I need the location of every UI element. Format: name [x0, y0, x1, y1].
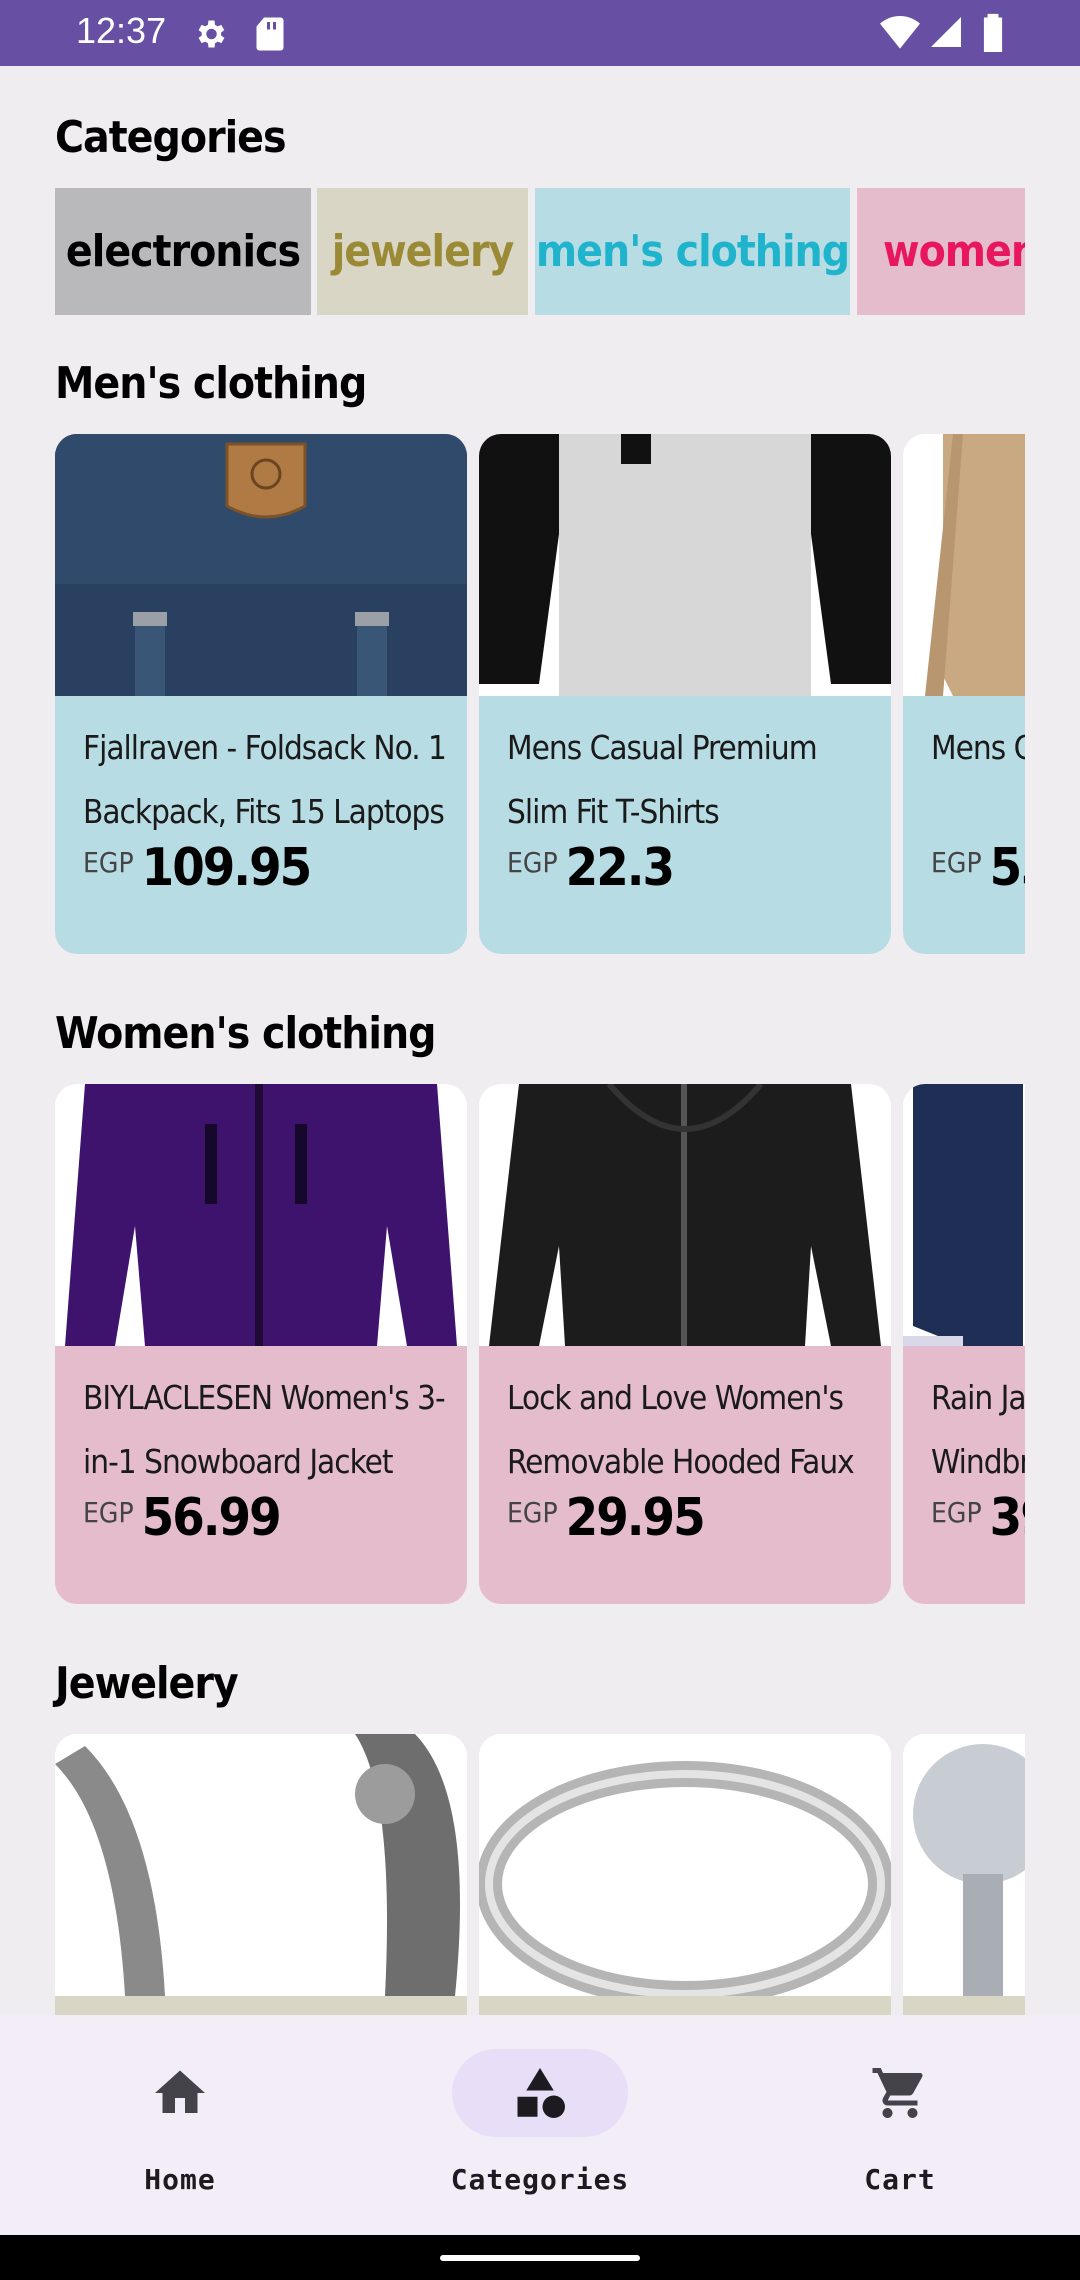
scroll-content[interactable]: Categories electronics jewelery men's cl…: [0, 66, 1080, 2015]
chip-label: electronics: [65, 226, 301, 277]
settings-icon: [198, 20, 225, 48]
chip-label: men's clothing: [535, 226, 850, 277]
product-price: EGP 29.95: [507, 1488, 706, 1548]
currency-label: EGP: [931, 1496, 982, 1529]
jewelery-product-row[interactable]: [55, 1734, 1025, 2015]
product-card[interactable]: Lock and Love Women's Removable Hooded F…: [479, 1084, 891, 1604]
price-amount: 55.99: [989, 838, 1025, 898]
jacket-image: [903, 434, 1025, 696]
product-card[interactable]: Mens Cotton Jacket EGP55.99: [903, 434, 1025, 954]
gesture-handle[interactable]: [440, 2255, 640, 2261]
jewelery-title: Jewelery: [55, 1658, 239, 1709]
snowboard-jacket-image: [55, 1084, 467, 1346]
product-card[interactable]: Rain Jacket Women Windbreaker EGP39.99: [903, 1084, 1025, 1604]
price-amount: 22.3: [565, 838, 675, 898]
product-title: BIYLACLESEN Women's 3-in-1 Snowboard Jac…: [83, 1378, 446, 1481]
status-time: 12:37: [76, 10, 167, 51]
category-chip-womens-clothing[interactable]: women's clothing: [857, 188, 1025, 315]
currency-label: EGP: [83, 846, 134, 879]
mens-clothing-title: Men's clothing: [55, 358, 367, 409]
chip-label: jewelery: [331, 226, 515, 277]
categories-icon: [517, 2068, 565, 2118]
nav-item-home[interactable]: Home: [0, 2015, 360, 2235]
currency-label: EGP: [83, 1496, 134, 1529]
product-price: EGP55.99: [931, 838, 1025, 898]
price-amount: 56.99: [141, 1488, 282, 1548]
mens-product-row[interactable]: Fjallraven - Foldsack No. 1 Backpack, Fi…: [55, 434, 1025, 954]
product-card[interactable]: Fjallraven - Foldsack No. 1 Backpack, Fi…: [55, 434, 467, 954]
bottom-navigation: Home Categories Cart: [0, 2015, 1080, 2235]
category-chip-electronics[interactable]: electronics: [55, 188, 311, 315]
home-icon: [155, 2070, 205, 2113]
diamond-ring-image: [903, 1734, 1025, 1996]
nav-label: Cart: [864, 2163, 936, 2196]
signal-icon: [931, 17, 961, 47]
nav-label: Home: [144, 2163, 216, 2196]
status-bar: 12:37: [0, 0, 1080, 66]
product-price: EGP 56.99: [83, 1488, 282, 1548]
product-title: Fjallraven - Foldsack No. 1 Backpack, Fi…: [83, 728, 447, 831]
backpack-image: [55, 434, 467, 696]
price-amount: 109.95: [141, 838, 313, 898]
gesture-bar: [0, 2235, 1080, 2280]
ring-band-image: [479, 1734, 891, 1996]
product-card[interactable]: [55, 1734, 467, 2015]
currency-label: EGP: [931, 846, 982, 879]
price-amount: 39.99: [989, 1488, 1025, 1548]
product-card[interactable]: [903, 1734, 1025, 2015]
price-amount: 29.95: [565, 1488, 706, 1548]
product-price: EGP 22.3: [507, 838, 675, 898]
wifi-icon: [880, 16, 920, 49]
rain-jacket-image: [903, 1084, 1025, 1346]
product-price: EGP39.99: [931, 1488, 1025, 1548]
product-title: Lock and Love Women's Removable Hooded F…: [507, 1378, 855, 1481]
nav-item-categories[interactable]: Categories: [360, 2015, 720, 2235]
product-price: EGP 109.95: [83, 838, 313, 898]
nav-label: Categories: [450, 2163, 630, 2196]
currency-label: EGP: [507, 846, 558, 879]
battery-icon: [983, 13, 1003, 52]
product-card[interactable]: [479, 1734, 891, 2015]
product-title: Mens Cotton Jacket: [931, 728, 1025, 767]
cart-icon: [872, 2068, 923, 2118]
categories-title: Categories: [55, 112, 287, 163]
category-chip-mens-clothing[interactable]: men's clothing: [535, 188, 850, 315]
product-title: Rain Jacket Women Windbreaker: [931, 1378, 1025, 1481]
product-title: Mens Casual Premium Slim Fit T-Shirts: [507, 728, 818, 831]
bracelet-image: [55, 1734, 467, 1996]
product-card[interactable]: BIYLACLESEN Women's 3-in-1 Snowboard Jac…: [55, 1084, 467, 1604]
product-card[interactable]: Mens Casual Premium Slim Fit T-Shirts EG…: [479, 434, 891, 954]
womens-clothing-title: Women's clothing: [55, 1008, 436, 1059]
chip-label: women's clothing: [883, 226, 1025, 277]
category-chip-row[interactable]: electronics jewelery men's clothing wome…: [55, 188, 1025, 315]
leather-jacket-image: [479, 1084, 891, 1346]
womens-product-row[interactable]: BIYLACLESEN Women's 3-in-1 Snowboard Jac…: [55, 1084, 1025, 1604]
nav-item-cart[interactable]: Cart: [720, 2015, 1080, 2235]
tshirt-image: [479, 434, 891, 696]
category-chip-jewelery[interactable]: jewelery: [317, 188, 528, 315]
sd-card-icon: [256, 17, 284, 51]
currency-label: EGP: [507, 1496, 558, 1529]
